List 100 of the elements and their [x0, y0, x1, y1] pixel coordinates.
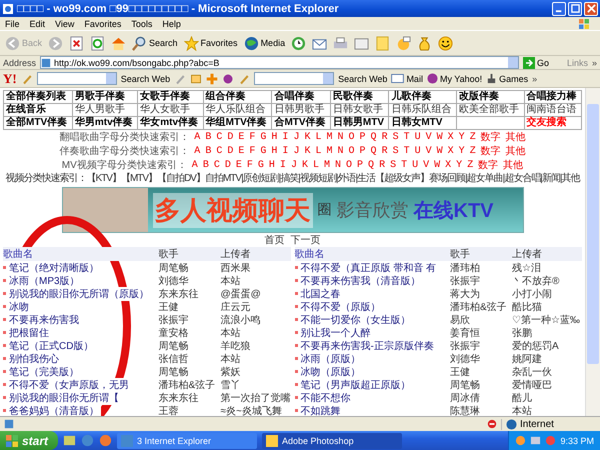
index-link[interactable]: A — [192, 160, 198, 170]
fox-icon[interactable] — [99, 434, 112, 447]
search-web-button[interactable]: Search Web — [120, 74, 170, 84]
index-link[interactable]: K — [304, 132, 310, 142]
song-link[interactable]: 不能不想你 — [294, 390, 352, 404]
category-link[interactable]: 在线音乐 — [4, 104, 72, 116]
index-link[interactable]: T — [404, 132, 410, 142]
menu-item[interactable]: Help — [162, 18, 181, 28]
song-link[interactable]: 爸爸妈妈（清音版） — [3, 404, 101, 416]
index-link[interactable]: L — [315, 132, 322, 142]
index-link[interactable]: R — [379, 160, 386, 170]
games-button[interactable]: Games — [486, 73, 528, 84]
index-link[interactable]: M — [326, 146, 332, 156]
category-link[interactable]: 日韩男MTV — [330, 116, 389, 130]
category-link[interactable]: 欧美全部歌手 — [456, 104, 524, 116]
menu-item[interactable]: View — [55, 18, 74, 28]
index-link[interactable]: H — [268, 160, 275, 170]
column-header[interactable]: 上传者 — [220, 247, 290, 261]
index-link[interactable]: J — [293, 146, 300, 156]
index-link[interactable]: G — [258, 160, 264, 170]
index-link[interactable]: I — [280, 160, 286, 170]
index-link[interactable]: X — [448, 132, 454, 142]
messenger-icon[interactable] — [396, 36, 412, 50]
back-button[interactable]: Back — [5, 36, 42, 50]
category-link[interactable]: 交友搜索 — [524, 116, 582, 130]
category-link[interactable]: 民歌伴奏 — [330, 90, 389, 104]
column-header[interactable]: 歌曲名 — [3, 247, 33, 261]
index-link[interactable]: Q — [370, 132, 377, 142]
index-link[interactable]: I — [282, 132, 288, 142]
pencil-icon[interactable] — [20, 72, 33, 84]
index-link[interactable]: Y — [458, 146, 465, 156]
menu-item[interactable]: Favorites — [84, 18, 122, 28]
song-link[interactable]: 别说我的眼泪你无所谓【 — [3, 390, 121, 404]
column-header[interactable]: 歌手 — [450, 247, 512, 261]
more-links-button[interactable]: » — [592, 58, 597, 68]
index-link[interactable]: 其他 — [506, 144, 526, 158]
category-link[interactable]: 华人女歌手 — [138, 104, 204, 116]
song-link[interactable]: 不要再来伤害我-正宗原版伴奏 — [294, 338, 436, 352]
go-button[interactable]: Go — [522, 56, 549, 68]
category-link[interactable]: 日韩乐队组合 — [388, 104, 456, 116]
category-link[interactable]: 改版伴奏 — [456, 90, 524, 104]
menu-item[interactable]: Tools — [131, 18, 152, 28]
forward-button-icon[interactable] — [48, 36, 64, 50]
start-button[interactable]: start — [0, 431, 58, 450]
more-tools-button[interactable]: » — [532, 74, 538, 84]
index-link[interactable]: A — [194, 146, 200, 156]
category-link[interactable]: 合唱接力棒 — [524, 90, 582, 104]
category-link[interactable]: 华人男歌手 — [72, 104, 138, 116]
maximize-button[interactable] — [568, 2, 582, 16]
mail-button[interactable]: Mail — [391, 74, 423, 84]
index-link[interactable]: S — [390, 160, 396, 170]
search-web-button[interactable]: Search Web — [338, 74, 388, 84]
taskbar-button[interactable]: 3 Internet Explorer — [117, 432, 258, 448]
column-header[interactable]: 歌曲名 — [294, 247, 324, 261]
category-link[interactable]: 全部伴奏列表 — [4, 90, 72, 104]
index-link[interactable]: 数字 — [480, 130, 501, 144]
index-link[interactable]: L — [312, 160, 319, 170]
index-link[interactable]: D — [224, 160, 231, 170]
index-link[interactable]: H — [271, 132, 278, 142]
index-link[interactable]: 其他 — [506, 130, 526, 144]
favorites-button[interactable]: Favorites — [184, 36, 238, 50]
column-header[interactable]: 上传者 — [512, 247, 582, 261]
song-link[interactable]: 冰吻 — [3, 300, 31, 314]
money-bag-icon[interactable] — [417, 36, 432, 50]
index-link[interactable]: W — [434, 160, 440, 170]
index-link[interactable]: J — [290, 160, 297, 170]
index-link[interactable]: N — [338, 146, 344, 156]
index-link[interactable]: W — [436, 146, 443, 156]
index-link[interactable]: 其他 — [503, 158, 524, 172]
category-link[interactable]: 儿歌伴奏 — [388, 90, 456, 104]
taskbar-button[interactable]: Adobe Photoshop — [262, 432, 402, 448]
category-link[interactable]: 男歌手伴奏 — [72, 90, 138, 104]
category-link[interactable]: 华人乐队组合 — [203, 104, 272, 116]
index-link[interactable]: U — [414, 132, 421, 142]
song-link[interactable]: 不得不爱（女声原版，无男 — [3, 378, 131, 392]
index-link[interactable]: C — [216, 132, 222, 142]
song-link[interactable]: 北国之春 — [294, 286, 342, 300]
index-link[interactable]: D — [227, 146, 234, 156]
close-button[interactable] — [584, 2, 598, 16]
index-link[interactable]: E — [238, 132, 244, 142]
yahoo-logo[interactable]: Y! — [3, 70, 17, 86]
index-link[interactable]: P — [357, 160, 364, 170]
category-link[interactable]: 日韩女歌手 — [330, 104, 389, 116]
category-link[interactable]: 合唱伴奏 — [272, 90, 330, 104]
menu-item[interactable]: File — [5, 18, 20, 28]
index-link[interactable]: N — [338, 132, 344, 142]
index-link[interactable]: M — [326, 132, 332, 142]
browser-icon[interactable] — [81, 434, 94, 447]
index-link[interactable]: 数字 — [478, 158, 498, 172]
note-icon[interactable] — [375, 36, 390, 50]
paging-link[interactable]: 下一页 — [290, 233, 320, 247]
refresh-icon[interactable] — [90, 36, 106, 50]
orb-icon[interactable] — [222, 72, 234, 84]
search-field[interactable] — [254, 72, 334, 85]
desktop-icon[interactable] — [63, 434, 76, 447]
stop-icon[interactable] — [69, 36, 84, 50]
column-header[interactable]: 歌手 — [158, 247, 220, 261]
index-link[interactable]: Z — [470, 146, 476, 156]
index-link[interactable]: R — [382, 146, 388, 156]
index-link[interactable]: T — [404, 146, 410, 156]
